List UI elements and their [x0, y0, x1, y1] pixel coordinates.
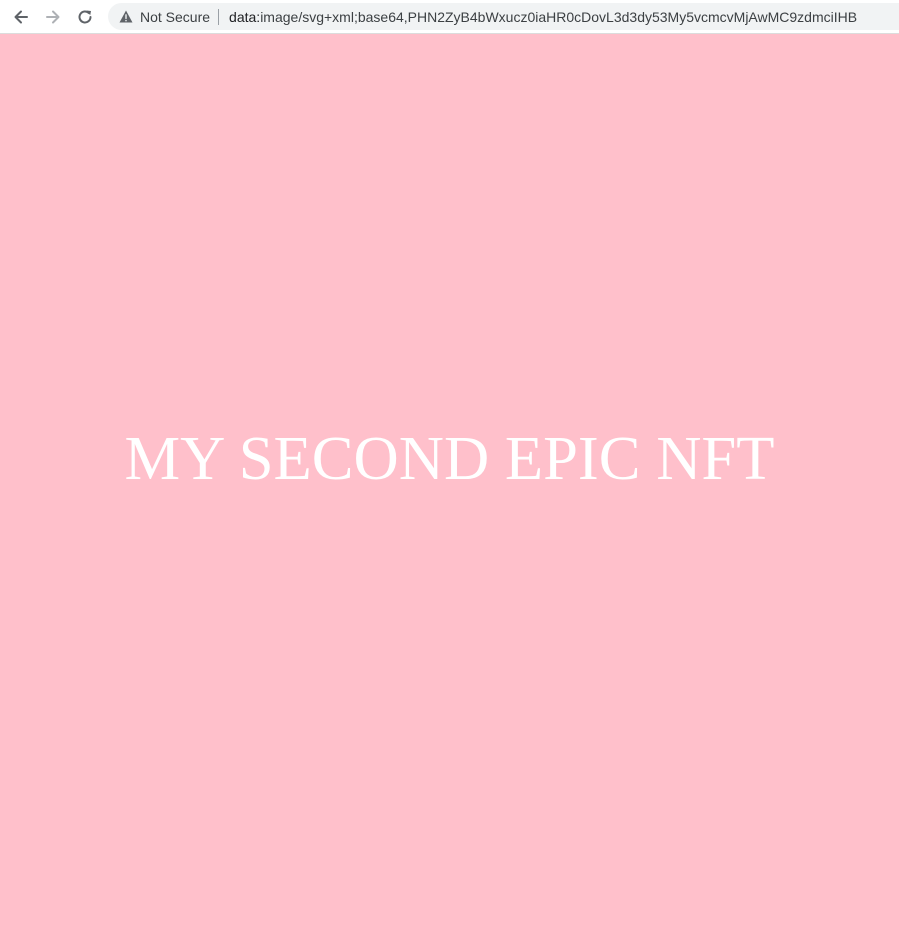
browser-toolbar: Not Secure data:image/svg+xml;base64,PHN… [0, 0, 899, 34]
forward-button[interactable] [38, 2, 68, 32]
nft-image: MY SECOND EPIC NFT [0, 34, 899, 933]
url-path: image/svg+xml;base64,PHN2ZyB4bWxucz0iaHR… [260, 8, 858, 25]
security-status-label[interactable]: Not Secure [140, 9, 210, 25]
reload-button[interactable] [70, 2, 100, 32]
browser-window: Not Secure data:image/svg+xml;base64,PHN… [0, 0, 899, 933]
arrow-right-icon [46, 10, 60, 23]
arrow-left-icon [14, 10, 28, 23]
reload-icon [78, 10, 92, 23]
warning-triangle-icon[interactable] [118, 9, 134, 25]
url-text[interactable]: data:image/svg+xml;base64,PHN2ZyB4bWxucz… [229, 9, 857, 25]
nft-svg: MY SECOND EPIC NFT [0, 34, 899, 933]
back-button[interactable] [6, 2, 36, 32]
url-scheme: data: [229, 8, 261, 25]
nft-title: MY SECOND EPIC NFT [125, 425, 775, 493]
address-bar[interactable]: Not Secure data:image/svg+xml;base64,PHN… [108, 3, 899, 30]
address-bar-divider [218, 8, 220, 25]
